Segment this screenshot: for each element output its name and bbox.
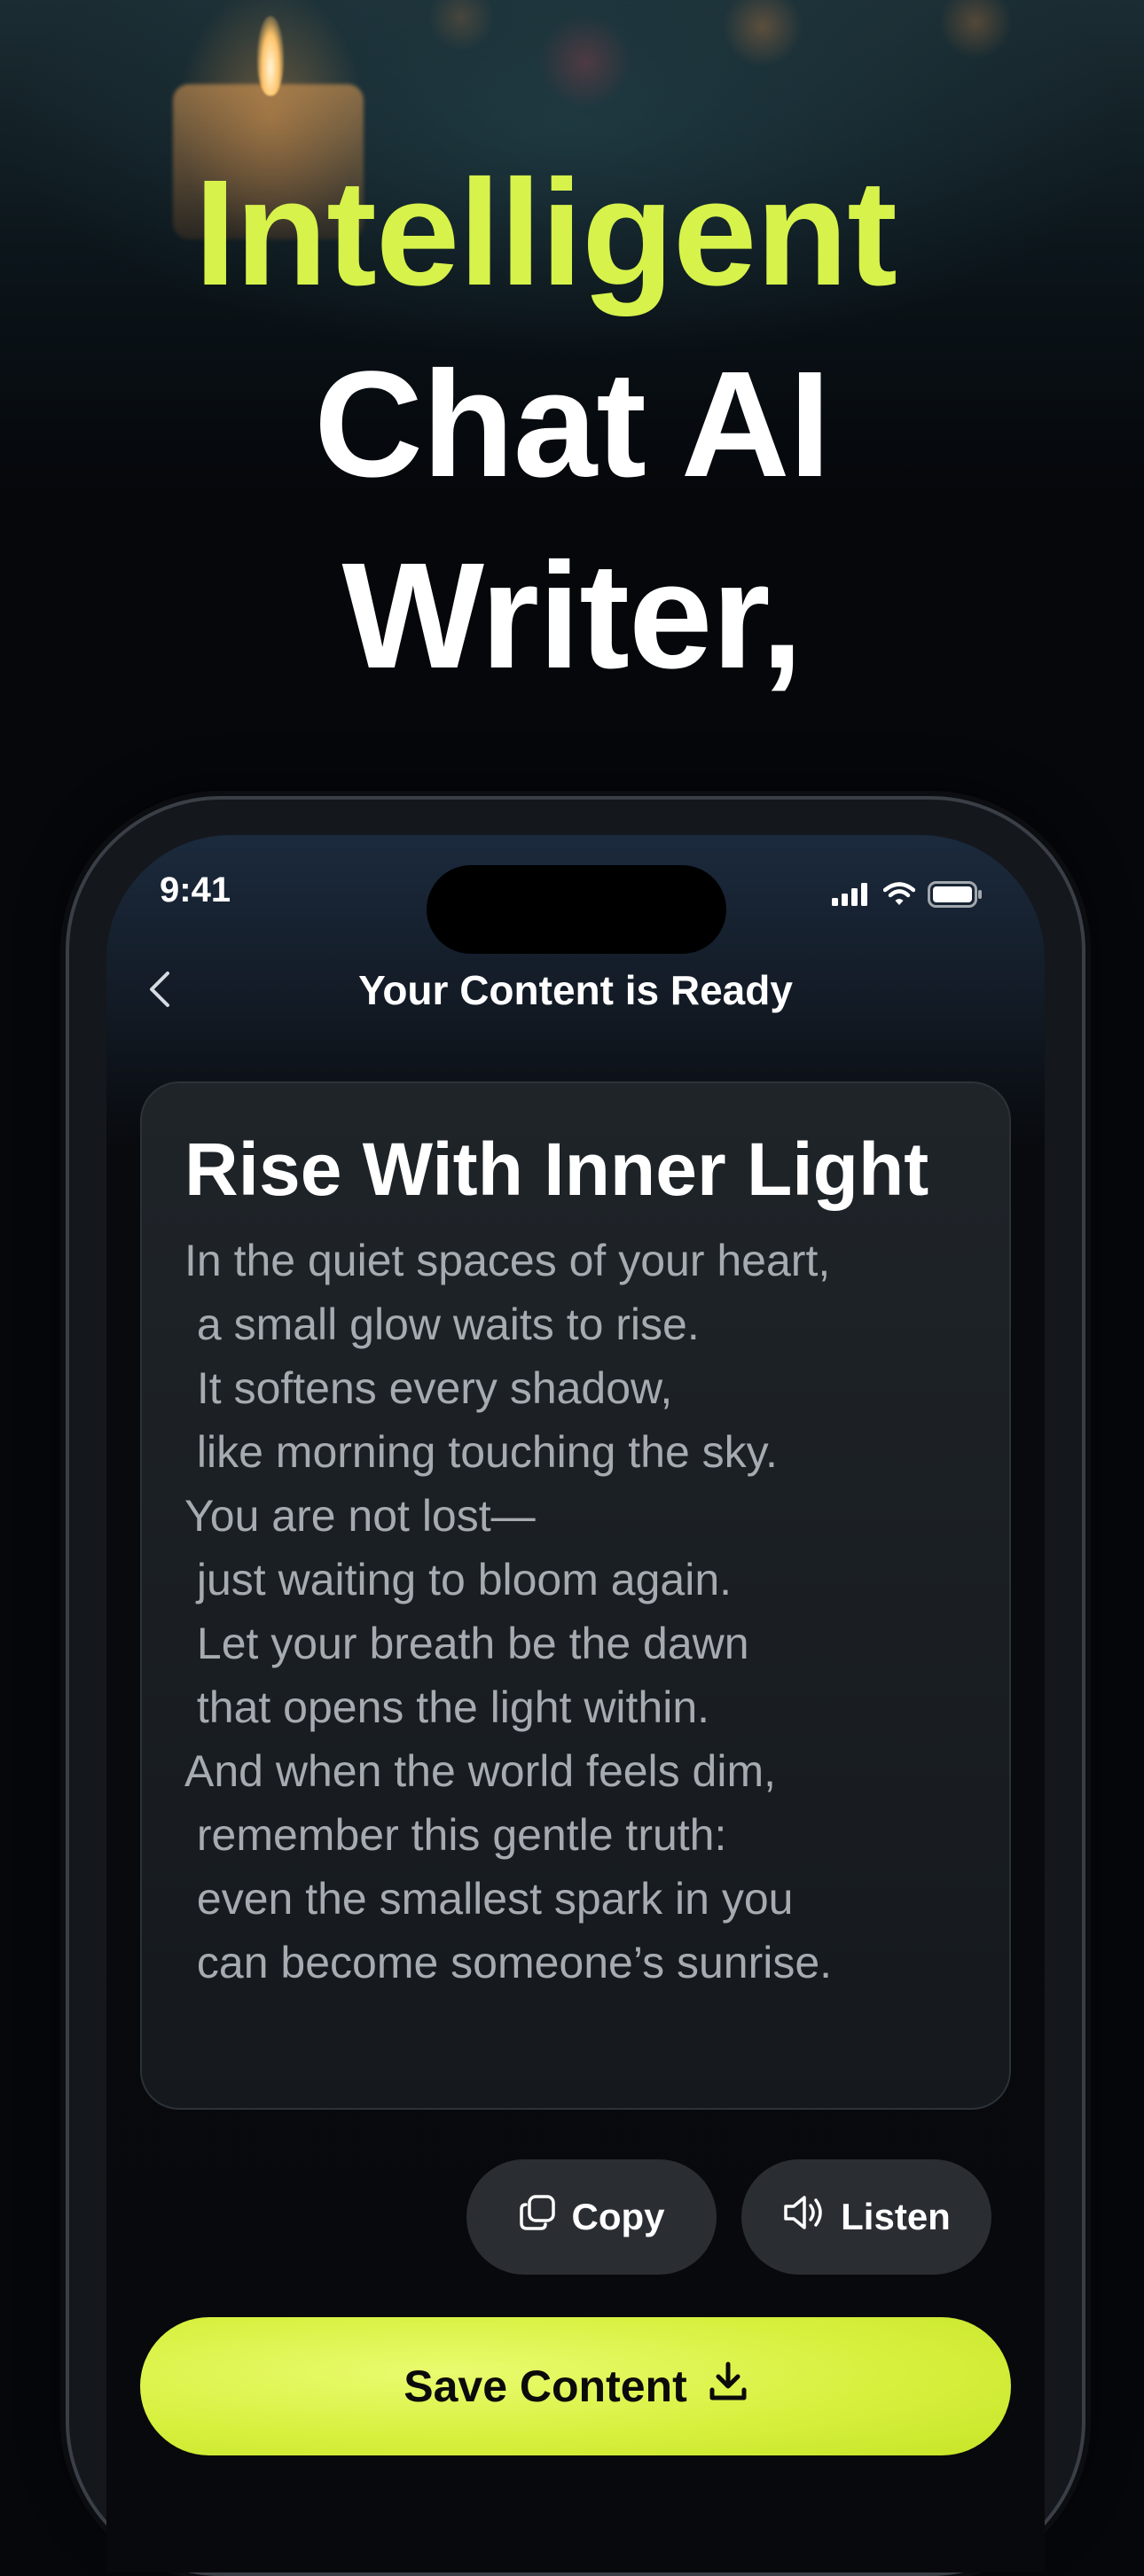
poem-line: In the quiet spaces of your heart, bbox=[184, 1236, 831, 1285]
speaker-icon bbox=[782, 2194, 825, 2240]
hero-headline: Intelligent Chat AI Writer, bbox=[0, 137, 1144, 712]
phone-frame: 9:41 Your Content is Ready Rise With Inn… bbox=[66, 796, 1085, 2576]
status-time: 9:41 bbox=[160, 870, 231, 909]
poem-line: that opens the light within. bbox=[184, 1682, 710, 1732]
hero-line-2: Chat AI bbox=[314, 340, 831, 509]
poem-line: remember this gentle truth: bbox=[184, 1810, 727, 1860]
content-card: Rise With Inner Light In the quiet space… bbox=[140, 1081, 1011, 2110]
download-icon bbox=[709, 2361, 748, 2412]
candle-flame bbox=[257, 16, 284, 96]
poem-line: Let your breath be the dawn bbox=[184, 1619, 749, 1668]
signal-icon bbox=[832, 883, 871, 910]
poem-line: a small glow waits to rise. bbox=[184, 1300, 700, 1349]
phone-screen: 9:41 Your Content is Ready Rise With Inn… bbox=[106, 835, 1045, 2572]
poem-line: like morning touching the sky. bbox=[184, 1427, 778, 1477]
wifi-icon bbox=[882, 882, 916, 911]
poem-line: It softens every shadow, bbox=[184, 1363, 673, 1413]
content-body: In the quiet spaces of your heart, a sma… bbox=[184, 1229, 967, 1994]
save-content-button[interactable]: Save Content bbox=[140, 2317, 1011, 2455]
page-title: Your Content is Ready bbox=[358, 967, 793, 1013]
dynamic-island bbox=[427, 865, 726, 954]
copy-button[interactable]: Copy bbox=[466, 2159, 717, 2275]
poem-line: even the smallest spark in you bbox=[184, 1874, 794, 1924]
status-icons bbox=[832, 881, 983, 912]
copy-icon bbox=[519, 2194, 556, 2240]
poem-line: You are not lost— bbox=[184, 1491, 536, 1541]
battery-icon bbox=[928, 881, 983, 912]
hero-line-1: Intelligent bbox=[194, 149, 897, 317]
content-title: Rise With Inner Light bbox=[184, 1128, 929, 1211]
poem-line: just waiting to bloom again. bbox=[184, 1555, 733, 1604]
save-label: Save Content bbox=[404, 2361, 687, 2411]
copy-label: Copy bbox=[571, 2196, 665, 2237]
poem-line: can become someone’s sunrise. bbox=[184, 1938, 833, 1987]
hero-line-3: Writer, bbox=[341, 532, 803, 700]
listen-button[interactable]: Listen bbox=[741, 2159, 991, 2275]
listen-label: Listen bbox=[841, 2196, 951, 2237]
poem-line: And when the world feels dim, bbox=[184, 1746, 777, 1796]
